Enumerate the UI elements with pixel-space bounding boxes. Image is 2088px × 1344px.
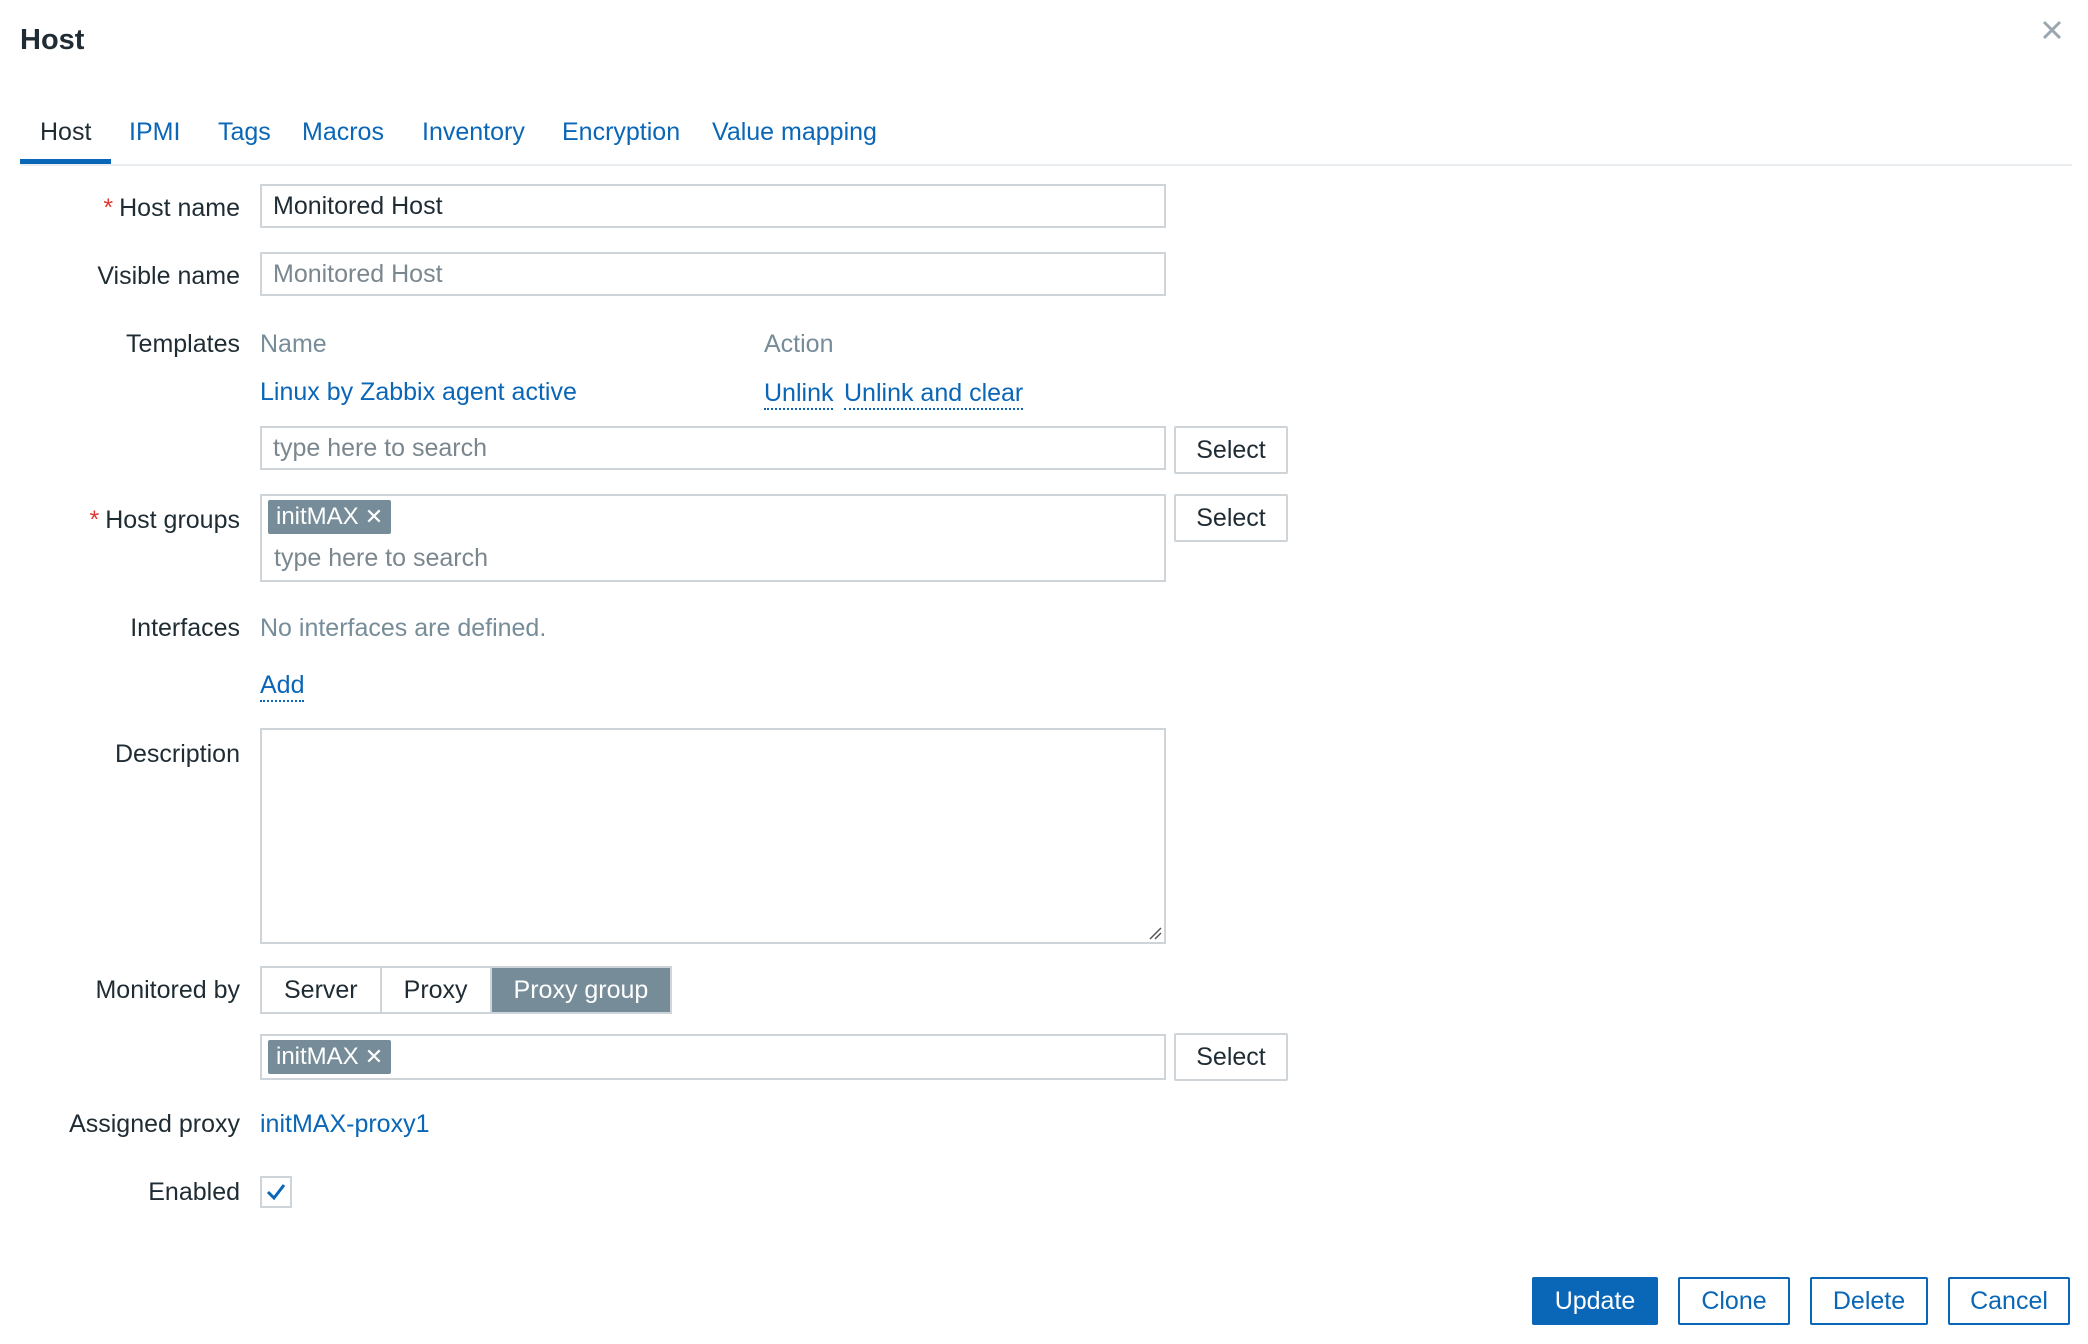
cancel-button[interactable]: Cancel [1948, 1277, 2070, 1325]
host-name-label: * Host name [103, 194, 240, 222]
tab-encryption[interactable]: Encryption [542, 112, 700, 164]
monitored-by-toggle: Server Proxy Proxy group [260, 966, 673, 1014]
enabled-checkbox[interactable] [260, 1176, 292, 1208]
delete-button[interactable]: Delete [1810, 1277, 1928, 1325]
templates-search-input[interactable] [260, 426, 1166, 470]
tab-inventory[interactable]: Inventory [402, 112, 545, 164]
proxy-group-select-button[interactable]: Select [1174, 1033, 1288, 1081]
tab-value-mapping[interactable]: Value mapping [692, 112, 897, 164]
monitored-by-label: Monitored by [95, 976, 240, 1004]
visible-name-input[interactable] [260, 252, 1166, 296]
monitored-by-proxy-group[interactable]: Proxy group [491, 968, 671, 1012]
unlink-link[interactable]: Unlink [764, 378, 834, 410]
remove-chip-icon[interactable]: ✕ [365, 504, 383, 529]
templates-select-button[interactable]: Select [1174, 426, 1288, 474]
clone-button[interactable]: Clone [1678, 1277, 1790, 1325]
assigned-proxy-link[interactable]: initMAX-proxy1 [260, 1110, 430, 1139]
remove-chip-icon[interactable]: ✕ [365, 1044, 383, 1069]
proxy-group-multiselect[interactable]: initMAX ✕ [260, 1034, 1166, 1080]
assigned-proxy-label: Assigned proxy [69, 1110, 240, 1138]
monitored-by-server[interactable]: Server [262, 968, 382, 1012]
tab-macros[interactable]: Macros [282, 112, 404, 164]
close-button[interactable] [2032, 10, 2072, 50]
host-groups-select-button[interactable]: Select [1174, 494, 1288, 542]
template-link[interactable]: Linux by Zabbix agent active [260, 378, 577, 407]
close-icon [2042, 20, 2062, 40]
visible-name-label: Visible name [97, 262, 240, 290]
templates-name-header: Name [260, 330, 327, 358]
tab-tags[interactable]: Tags [198, 112, 291, 164]
host-groups-label: * Host groups [89, 506, 240, 534]
host-group-chip: initMAX ✕ [268, 500, 392, 534]
dialog-title: Host [20, 24, 85, 56]
description-textarea[interactable] [260, 728, 1166, 944]
host-groups-search-input[interactable] [272, 540, 876, 576]
required-asterisk: * [103, 194, 114, 222]
tab-host[interactable]: Host [20, 112, 112, 164]
enabled-label: Enabled [148, 1178, 240, 1206]
templates-action-header: Action [764, 330, 834, 358]
unlink-and-clear-link[interactable]: Unlink and clear [844, 378, 1024, 410]
interfaces-label: Interfaces [130, 614, 240, 642]
host-name-input[interactable] [260, 184, 1166, 228]
monitored-by-proxy[interactable]: Proxy [381, 968, 492, 1012]
required-asterisk: * [89, 506, 100, 534]
add-interface-link[interactable]: Add [260, 670, 305, 702]
tab-bar: Host IPMI Tags Macros Inventory Encrypti… [20, 112, 2072, 166]
checkmark-icon [266, 1184, 286, 1201]
resize-grip-icon[interactable] [1148, 926, 1162, 940]
templates-label: Templates [126, 330, 240, 358]
tab-ipmi[interactable]: IPMI [109, 112, 200, 164]
proxy-group-chip: initMAX ✕ [268, 1040, 392, 1074]
interfaces-empty-text: No interfaces are defined. [260, 614, 547, 642]
update-button[interactable]: Update [1532, 1277, 1658, 1325]
host-groups-multiselect[interactable]: initMAX ✕ [260, 494, 1166, 582]
description-label: Description [114, 740, 240, 768]
